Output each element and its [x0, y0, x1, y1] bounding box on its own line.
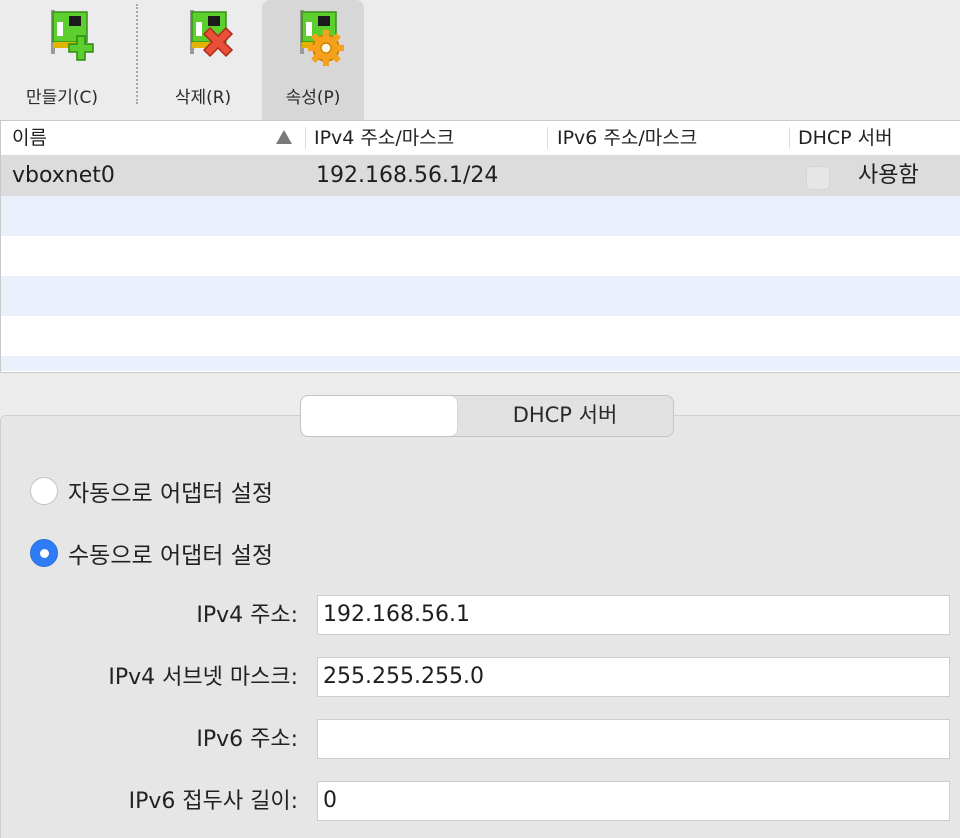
- empty-row: [1, 276, 960, 316]
- ipv6-prefix-label: IPv6 접두사 길이:: [128, 789, 298, 814]
- empty-row: [1, 236, 960, 276]
- ipv4-address-label: IPv4 주소:: [196, 603, 298, 628]
- network-remove-icon: [190, 10, 234, 58]
- empty-row: [1, 356, 960, 371]
- auto-config-label: 자동으로 어댑터 설정: [68, 481, 274, 507]
- ipv4-mask-label: IPv4 서브넷 마스크:: [108, 665, 298, 690]
- table-row[interactable]: vboxnet0 192.168.56.1/24 사용함: [1, 156, 960, 196]
- auto-config-option[interactable]: 자동으로 어댑터 설정: [30, 474, 273, 508]
- list-header: 이름 IPv4 주소/마스크 IPv6 주소/마스크 DHCP 서버: [1, 121, 960, 156]
- ipv4-address-field[interactable]: 192.168.56.1: [317, 595, 950, 635]
- row-ipv4: 192.168.56.1/24: [316, 163, 499, 188]
- network-properties-icon: [300, 10, 344, 66]
- details-tab-bar: DHCP 서버: [300, 395, 674, 437]
- properties-label: 속성(P): [285, 88, 341, 108]
- empty-row: [1, 316, 960, 356]
- network-add-icon: [51, 10, 94, 61]
- dhcp-enabled-checkbox[interactable]: [806, 166, 830, 190]
- column-header-ipv6[interactable]: IPv6 주소/마스크: [557, 121, 697, 155]
- manual-config-option[interactable]: 수동으로 어댑터 설정: [30, 536, 273, 570]
- toolbar: 만들기(C) 삭제(R) 속성(P): [0, 0, 960, 120]
- tab-adapter[interactable]: [301, 396, 457, 436]
- sort-ascending-icon[interactable]: [276, 130, 292, 144]
- column-header-ipv4[interactable]: IPv4 주소/마스크: [314, 121, 454, 155]
- auto-config-radio[interactable]: [30, 477, 58, 505]
- dhcp-enabled-label: 사용함: [858, 163, 919, 188]
- properties-button[interactable]: 속성(P): [262, 0, 364, 120]
- ipv6-address-field[interactable]: [317, 719, 950, 759]
- column-header-name[interactable]: 이름: [12, 121, 47, 155]
- manual-config-label: 수동으로 어댑터 설정: [68, 543, 274, 569]
- remove-button[interactable]: 삭제(R): [150, 0, 256, 120]
- create-label: 만들기(C): [25, 88, 99, 108]
- empty-row: [1, 196, 960, 236]
- host-network-list: 이름 IPv4 주소/마스크 IPv6 주소/마스크 DHCP 서버 vboxn…: [0, 120, 960, 373]
- row-name: vboxnet0: [12, 163, 115, 188]
- column-divider: [547, 127, 548, 149]
- create-button[interactable]: 만들기(C): [8, 0, 116, 120]
- manual-config-radio[interactable]: [30, 539, 58, 567]
- ipv6-address-label: IPv6 주소:: [196, 727, 298, 752]
- column-divider: [789, 127, 790, 149]
- tab-dhcp-server[interactable]: DHCP 서버: [457, 396, 673, 436]
- ipv6-prefix-field[interactable]: 0: [317, 781, 950, 821]
- column-header-dhcp[interactable]: DHCP 서버: [798, 121, 893, 155]
- ipv4-mask-field[interactable]: 255.255.255.0: [317, 657, 950, 697]
- column-divider: [305, 127, 306, 149]
- remove-label: 삭제(R): [174, 88, 232, 108]
- toolbar-separator: [136, 4, 138, 104]
